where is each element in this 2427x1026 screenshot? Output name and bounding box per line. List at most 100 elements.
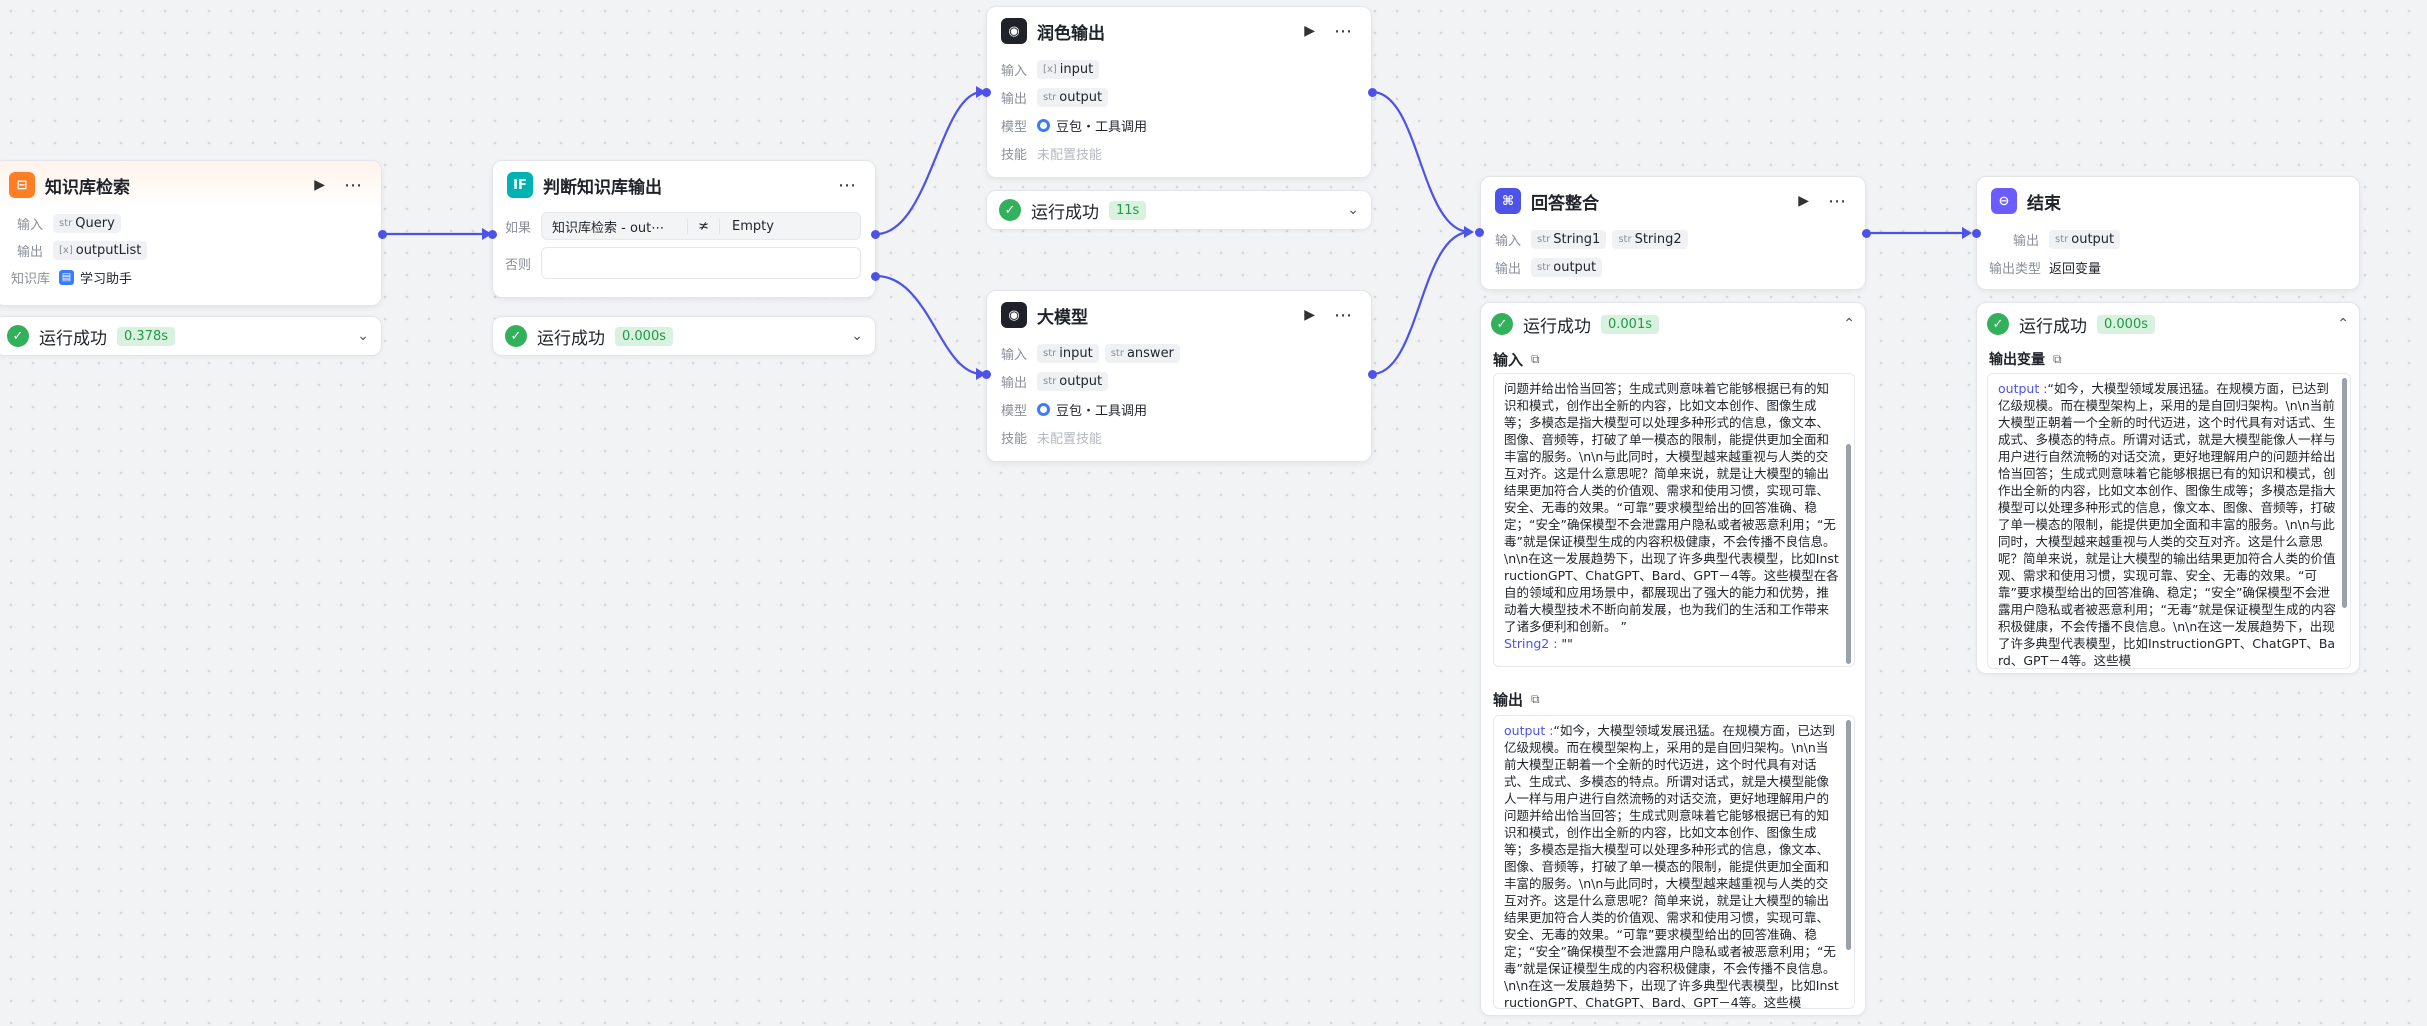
output-var-title: 输出变量 (1989, 352, 2045, 368)
condition-right: Empty (732, 218, 774, 234)
more-icon[interactable]: ⋯ (340, 175, 367, 196)
model-name: 豆包・工具调用 (1056, 119, 1148, 135)
kb-search-node[interactable]: ⊟ 知识库检索 ▶ ⋯ 输入 str Query 输出 [x] outputList 知… (0, 160, 382, 306)
arrowhead-end (1962, 227, 1972, 239)
edge-polish-to-merge (1371, 90, 1471, 234)
output-section-title: 输出 (1493, 690, 1524, 709)
chevron-down-icon[interactable]: ⌄ (357, 328, 369, 344)
condition-expression[interactable]: 知识库检索 - out⋯ ≭ Empty (541, 212, 861, 240)
more-icon[interactable]: ⋯ (1824, 191, 1851, 212)
kb-book-icon: ▤ (59, 269, 74, 285)
input-port[interactable] (982, 88, 991, 97)
output-json-view[interactable]: output :“如今，大模型领域发展迅猛。在规模方面，已达到亿级规模。而在模型… (1987, 373, 2351, 669)
node-title: 大模型 (1037, 307, 1088, 328)
chevron-down-icon[interactable]: ⌄ (851, 328, 863, 344)
output-port[interactable] (1368, 88, 1377, 97)
output-port[interactable] (1862, 229, 1871, 238)
node-title: 知识库检索 (45, 177, 130, 198)
play-icon[interactable]: ▶ (1299, 23, 1320, 39)
else-branch[interactable] (541, 247, 861, 279)
scrollbar[interactable] (1846, 444, 1851, 664)
param-string2: str String2 (1612, 229, 1688, 249)
output-json-view[interactable]: output :“如今，大模型领域发展迅猛。在规模方面，已达到亿级规模。而在模型… (1493, 715, 1855, 1009)
end-node[interactable]: ⊖ 结束 输出 str output 输出类型 返回变量 (1976, 176, 2360, 290)
run-status[interactable]: ✓ 运行成功 0.000s ⌄ (492, 316, 876, 356)
copy-icon[interactable]: ⧉ (2053, 352, 2062, 367)
run-time: 0.378s (117, 326, 175, 346)
run-time: 0.001s (1601, 314, 1659, 334)
input-label: 输入 (17, 217, 44, 233)
llm-node[interactable]: ◉ 大模型 ▶ ⋯ 输入 str input str answer 输出 str out… (986, 290, 1372, 462)
input-port[interactable] (982, 370, 991, 379)
node-title: 回答整合 (1531, 193, 1599, 214)
input-port[interactable] (1972, 229, 1981, 238)
more-icon[interactable]: ⋯ (1330, 305, 1357, 326)
chevron-up-icon[interactable]: ⌃ (1843, 316, 1855, 332)
param-input: str input (1037, 343, 1099, 363)
else-label: 否则 (505, 257, 532, 273)
copy-icon[interactable]: ⧉ (1531, 692, 1540, 707)
param-answer: str answer (1104, 343, 1180, 363)
if-output-port[interactable] (871, 230, 880, 239)
check-icon: ✓ (1987, 313, 2009, 335)
run-time: 0.000s (615, 326, 673, 346)
play-icon[interactable]: ▶ (1793, 193, 1814, 209)
param-output: str output (1531, 257, 1603, 277)
skill-value: 未配置技能 (1037, 431, 1103, 447)
output-port[interactable] (378, 230, 387, 239)
knowledge-icon: ⊟ (9, 172, 35, 198)
model-icon: ◉ (1001, 18, 1027, 44)
model-name: 豆包・工具调用 (1056, 403, 1148, 419)
param-output: str output (1037, 87, 1109, 107)
code-icon: ⌘ (1495, 188, 1521, 214)
model-icon: ◉ (1001, 302, 1027, 328)
more-icon[interactable]: ⋯ (834, 175, 861, 196)
edge-llm-to-merge (1371, 230, 1471, 376)
play-icon[interactable]: ▶ (1299, 307, 1320, 323)
condition-node[interactable]: IF 判断知识库输出 ⋯ 如果 知识库检索 - out⋯ ≭ Empty 否则 (492, 160, 876, 298)
chevron-down-icon[interactable]: ⌄ (1347, 202, 1359, 218)
condition-left: 知识库检索 - out⋯ (552, 220, 665, 236)
edge-cond-to-polish (875, 90, 983, 236)
return-mode: 返回变量 (2049, 261, 2102, 277)
scrollbar[interactable] (1846, 720, 1851, 950)
param-output: str output (1037, 371, 1109, 391)
input-json-view[interactable]: 问题并给出恰当回答；生成式则意味着它能够根据已有的知识和模式，创作出全新的内容，… (1493, 373, 1855, 667)
polish-output-node[interactable]: ◉ 润色输出 ▶ ⋯ 输入 [x] input 输出 str output 模型 豆包・工… (986, 6, 1372, 178)
check-icon: ✓ (7, 325, 29, 347)
condition-operator: ≭ (687, 218, 720, 234)
check-icon: ✓ (999, 199, 1021, 221)
kb-name: 学习助手 (80, 271, 133, 287)
else-output-port[interactable] (871, 272, 880, 281)
skill-value: 未配置技能 (1037, 147, 1103, 163)
run-result-panel: ✓ 运行成功 0.001s ⌃ 输入 ⧉ 问题并给出恰当回答；生成式则意味着它能够… (1480, 302, 1866, 1016)
condition-icon: IF (507, 172, 533, 198)
run-status[interactable]: ✓ 运行成功 11s ⌄ (986, 190, 1372, 230)
param-outputlist: [x] outputList (53, 240, 148, 260)
if-label: 如果 (505, 220, 532, 236)
arrowhead-merge (1464, 226, 1474, 238)
scrollbar[interactable] (2342, 378, 2347, 608)
node-title: 润色输出 (1037, 23, 1105, 44)
run-status[interactable]: ✓ 运行成功 0.378s ⌄ (0, 316, 382, 356)
run-time: 0.000s (2097, 314, 2155, 334)
doubao-icon (1037, 402, 1050, 416)
edge-cond-to-llm (875, 274, 983, 376)
copy-icon[interactable]: ⧉ (1531, 352, 1540, 367)
param-input: [x] input (1037, 59, 1100, 79)
chevron-up-icon[interactable]: ⌃ (2337, 316, 2349, 332)
if-port[interactable] (488, 230, 497, 239)
run-time: 11s (1109, 200, 1147, 220)
node-title: 判断知识库输出 (543, 177, 662, 198)
input-port[interactable] (1475, 228, 1484, 237)
output-port[interactable] (1368, 370, 1377, 379)
param-output: str output (2049, 229, 2121, 249)
node-title: 结束 (2027, 193, 2061, 214)
more-icon[interactable]: ⋯ (1330, 21, 1357, 42)
doubao-icon (1037, 118, 1050, 132)
param-query: str Query (53, 213, 121, 233)
check-icon: ✓ (1491, 313, 1513, 335)
end-icon: ⊖ (1991, 188, 2017, 214)
merge-answer-node[interactable]: ⌘ 回答整合 ▶ ⋯ 输入 str String1 str String2 输出 st… (1480, 176, 1866, 290)
play-icon[interactable]: ▶ (309, 177, 330, 193)
